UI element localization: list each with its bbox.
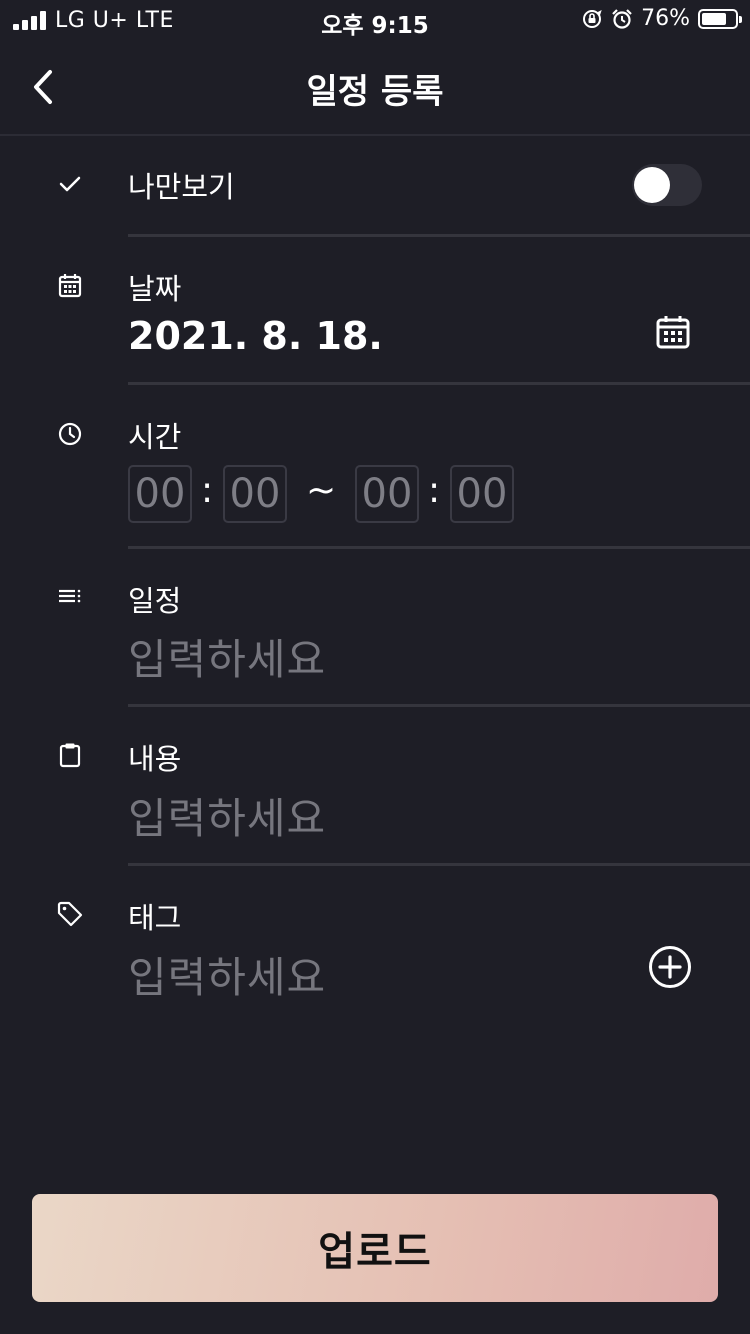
battery-level xyxy=(702,12,726,25)
tag-input[interactable]: 입력하세요 xyxy=(128,944,326,1005)
header: 일정 등록 xyxy=(0,40,750,136)
end-minute-input[interactable]: 00 xyxy=(450,465,514,523)
tag-icon xyxy=(57,901,83,927)
schedule-input[interactable]: 입력하세요 xyxy=(128,626,326,687)
alarm-icon xyxy=(612,8,632,29)
divider xyxy=(128,704,750,707)
time-colon: : xyxy=(201,470,214,511)
divider xyxy=(128,234,750,237)
private-toggle[interactable] xyxy=(632,164,702,206)
time-range-tilde: ~ xyxy=(306,470,337,511)
schedule-label: 일정 xyxy=(128,584,182,618)
status-right: 76% xyxy=(581,6,742,31)
battery-icon xyxy=(698,8,742,29)
toggle-knob xyxy=(634,167,670,203)
page-title: 일정 등록 xyxy=(306,72,444,112)
content-label: 내용 xyxy=(128,742,182,776)
orientation-lock-icon xyxy=(583,9,602,28)
start-minute-input[interactable]: 00 xyxy=(223,465,287,523)
status-bar: LG U+ LTE 오후 9:15 76% xyxy=(0,0,750,40)
tag-label: 태그 xyxy=(128,901,182,935)
calendar-icon xyxy=(58,274,82,298)
battery-percent: 76% xyxy=(641,6,690,31)
content-input[interactable]: 입력하세요 xyxy=(128,785,326,846)
clipboard-icon xyxy=(59,743,81,768)
plus-circle-icon[interactable] xyxy=(648,945,692,989)
calendar-picker-icon[interactable] xyxy=(655,314,691,350)
upload-button[interactable]: 업로드 xyxy=(32,1194,718,1302)
check-icon xyxy=(59,176,81,192)
divider xyxy=(128,382,750,385)
list-icon xyxy=(59,589,81,603)
time-colon: : xyxy=(428,470,441,511)
clock-icon xyxy=(58,422,82,446)
end-hour-input[interactable]: 00 xyxy=(355,465,419,523)
divider xyxy=(128,863,750,866)
private-label: 나만보기 xyxy=(128,170,235,204)
time-label: 시간 xyxy=(128,420,182,454)
date-value[interactable]: 2021. 8. 18. xyxy=(128,314,383,358)
date-label: 날짜 xyxy=(128,272,182,306)
start-hour-input[interactable]: 00 xyxy=(128,465,192,523)
divider xyxy=(128,546,750,549)
